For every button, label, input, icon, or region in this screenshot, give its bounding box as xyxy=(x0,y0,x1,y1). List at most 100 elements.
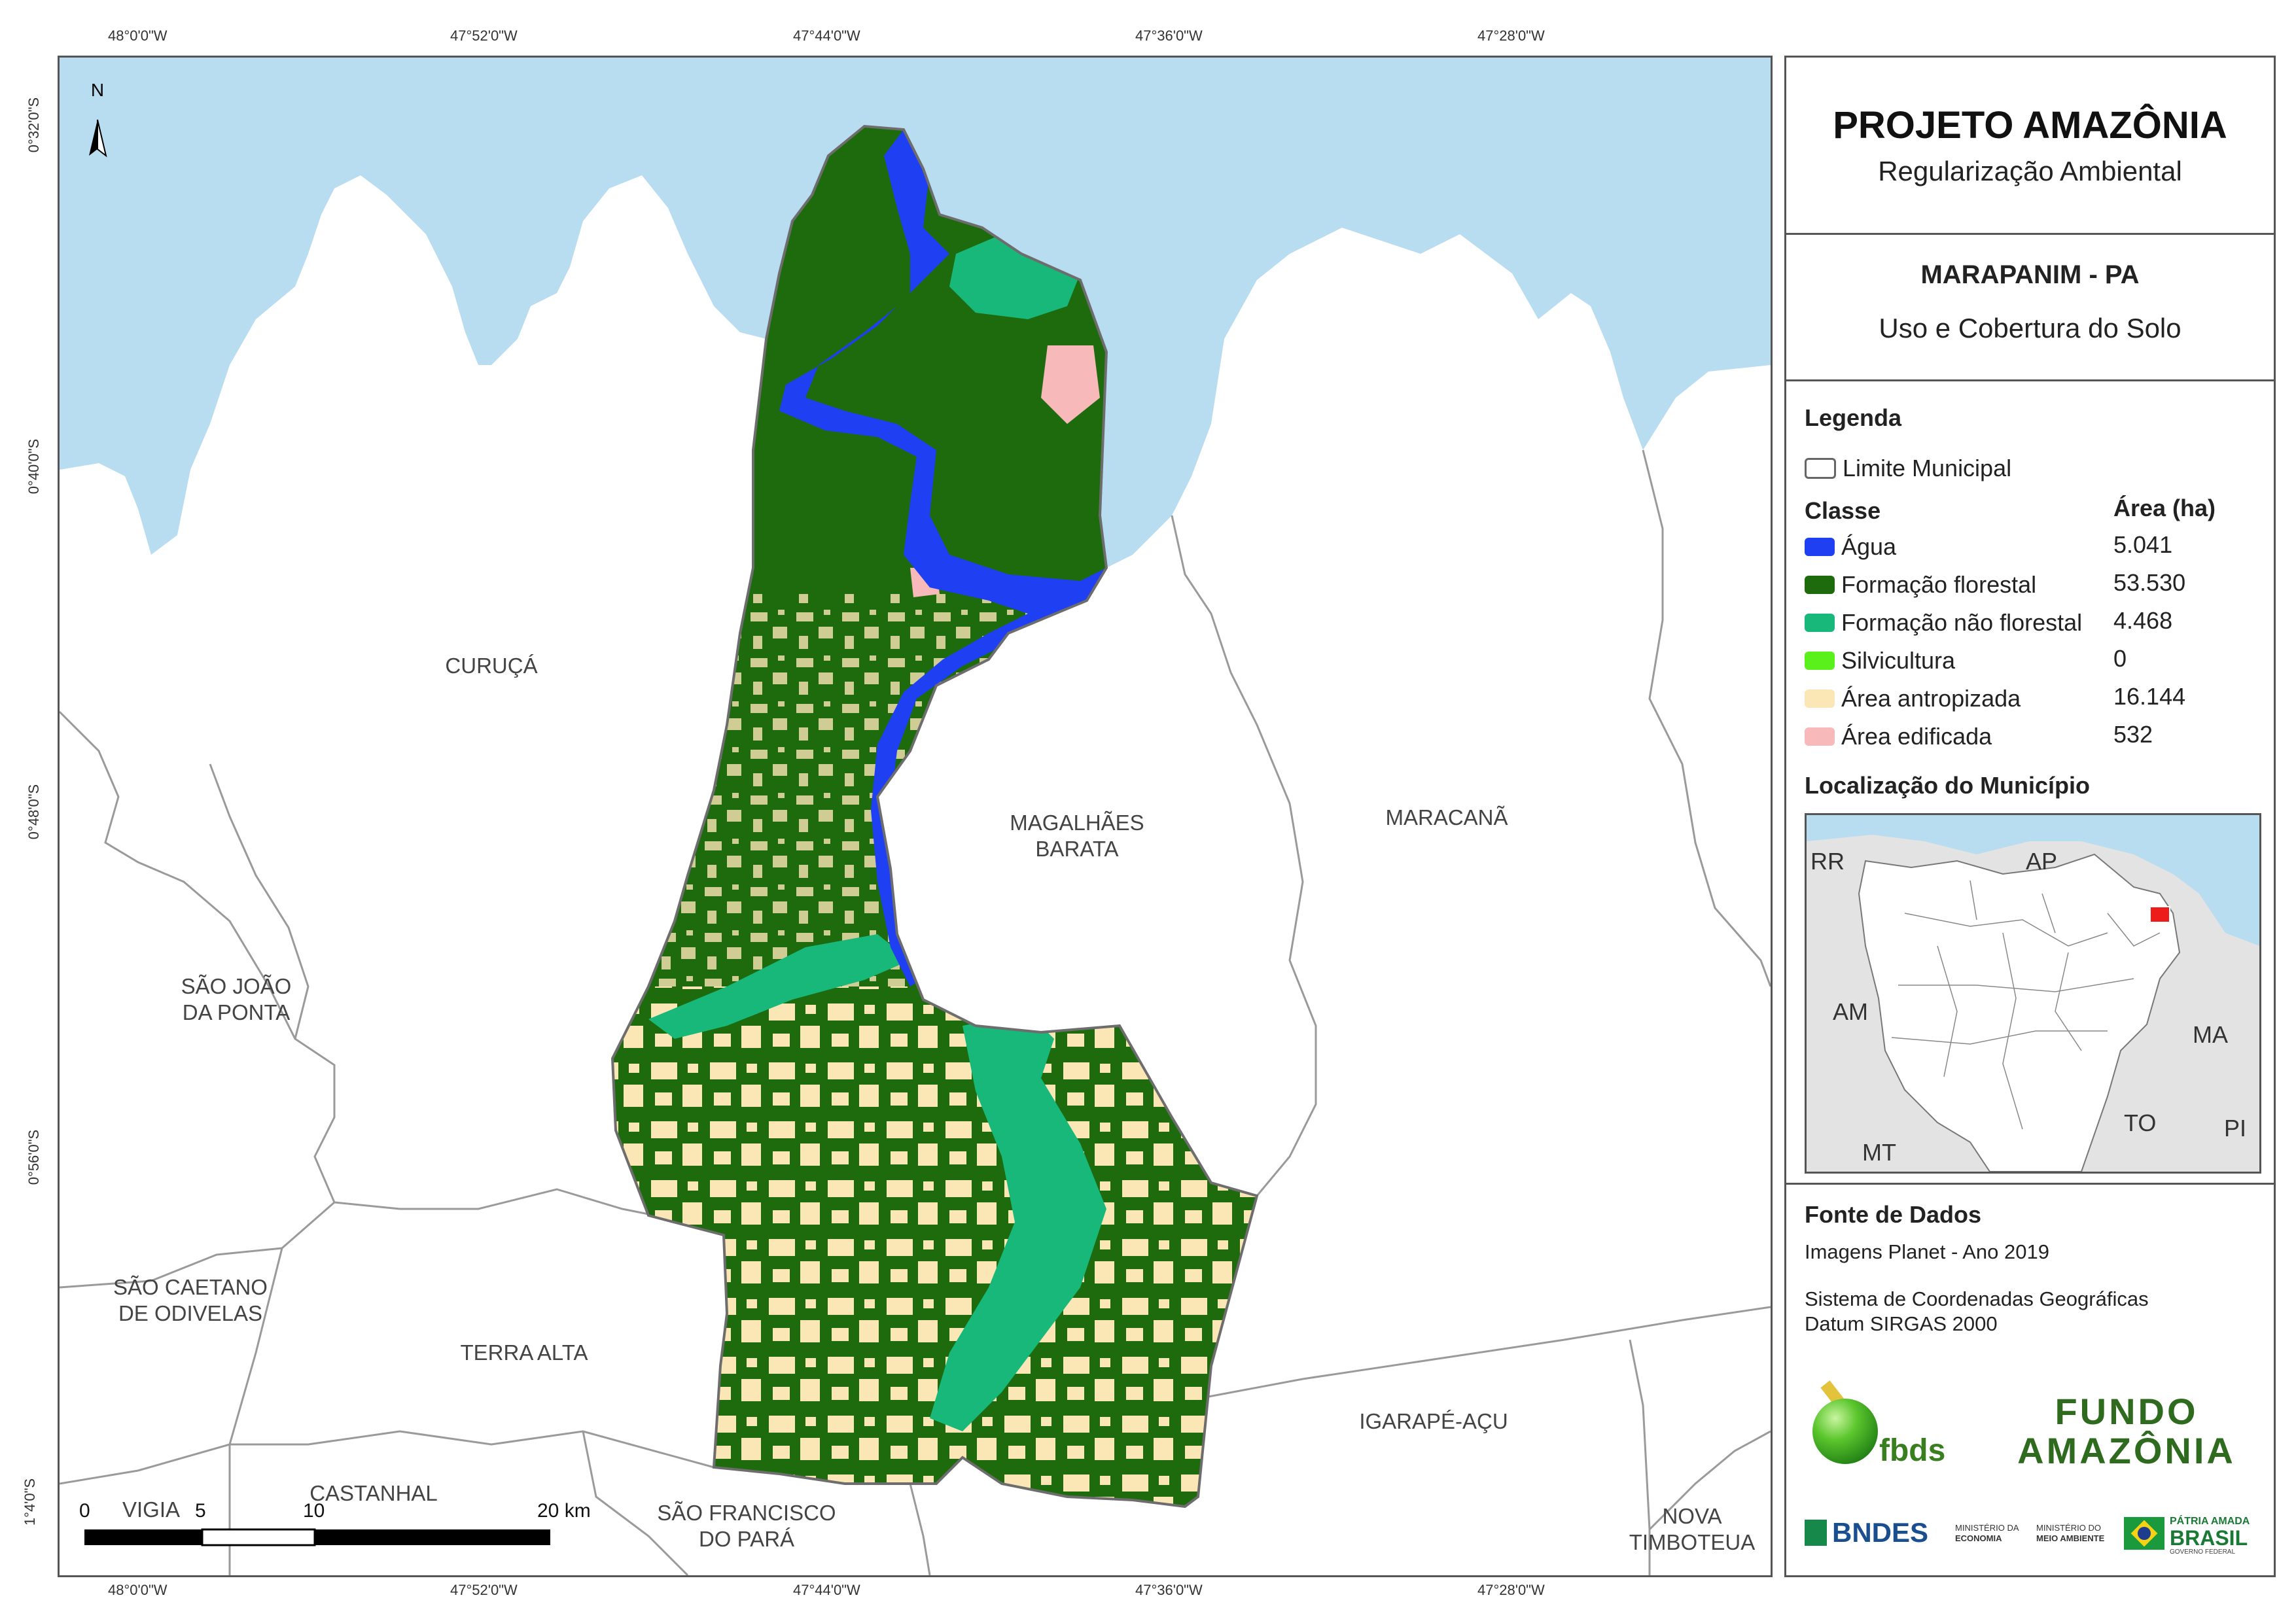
legend-row-formacao-nao-florestal: Formação não florestal xyxy=(1805,609,2083,636)
coord-top-1: 48°0'0"W xyxy=(108,27,168,44)
label-nova-line2: TIMBOTEUA xyxy=(1629,1530,1756,1554)
label-sao-joao-line1: SÃO JOÃO xyxy=(181,974,292,998)
coord-top-2: 47°52'0"W xyxy=(450,27,518,44)
label-formacao-florestal: Formação florestal xyxy=(1841,571,2037,598)
coord-bottom-2: 47°52'0"W xyxy=(450,1582,518,1598)
label-sao-joao-da-ponta: SÃO JOÃO DA PONTA xyxy=(164,973,308,1026)
scale-bar xyxy=(84,1528,550,1546)
label-area-antropizada: Área antropizada xyxy=(1841,685,2021,712)
fundo-logo-line2: AMAZÔNIA xyxy=(2017,1430,2236,1471)
project-subtitle: Regularização Ambiental xyxy=(1878,156,2182,186)
label-formacao-nao-florestal: Formação não florestal xyxy=(1841,609,2083,636)
scale-tick-20km: 20 km xyxy=(537,1500,591,1522)
project-title: PROJETO AMAZÔNIA xyxy=(1833,104,2227,147)
label-sao-francisco: SÃO FRANCISCO DO PARÁ xyxy=(648,1500,845,1552)
divider-1 xyxy=(1786,233,2274,235)
fundo-amazonia-logo: FUNDO AMAZÔNIA xyxy=(1989,1392,2264,1471)
municipality-title: MARAPANIM - PA xyxy=(1920,260,2140,289)
coord-bottom-4: 47°36'0"W xyxy=(1135,1582,1203,1598)
patria-line3: GOVERNO FEDERAL xyxy=(2170,1548,2236,1556)
bndes-logo-icon xyxy=(1805,1520,1827,1546)
scale-tick-0: 0 xyxy=(79,1500,90,1522)
label-nova-timboteua: NOVA TIMBOTEUA xyxy=(1617,1503,1767,1556)
label-magalhaes-line1: MAGALHÃES xyxy=(1010,811,1144,835)
coord-top-4: 47°36'0"W xyxy=(1135,27,1203,44)
label-sao-francisco-line2: DO PARÁ xyxy=(698,1527,795,1551)
label-sao-caetano-line1: SÃO CAETANO xyxy=(113,1275,268,1299)
fundo-logo-line1: FUNDO xyxy=(2055,1391,2199,1432)
label-area-edificada: Área edificada xyxy=(1841,723,1992,750)
legend-boundary: Limite Municipal xyxy=(1805,455,2011,481)
state-ma: MA xyxy=(2193,1021,2228,1048)
sources-heading: Fonte de Dados xyxy=(1805,1201,1982,1228)
location-heading: Localização do Município xyxy=(1805,772,2091,799)
swatch-area-edificada xyxy=(1805,727,1835,746)
bndes-logo-text: BNDES xyxy=(1832,1517,1929,1548)
boundary-label: Limite Municipal xyxy=(1843,455,2012,481)
coord-left-2: 0°40'0"S xyxy=(26,438,43,495)
fbds-logo-globe xyxy=(1812,1399,1878,1464)
fbds-logo-text: fbds xyxy=(1879,1433,1946,1468)
coord-left-5: 1°4'0"S xyxy=(22,1478,39,1526)
coord-left-4: 0°56'0"S xyxy=(26,1129,43,1185)
label-agua: Água xyxy=(1841,533,1897,560)
area-silvicultura: 0 xyxy=(2113,645,2127,672)
source-crs: Sistema de Coordenadas Geográficas xyxy=(1805,1287,2149,1310)
ministerio-meio-ambiente-logo: MINISTÉRIO DO MEIO AMBIENTE xyxy=(2036,1523,2121,1544)
swatch-agua xyxy=(1805,538,1835,556)
legend-row-agua: Água xyxy=(1805,533,1897,560)
brazil-flag-icon xyxy=(2124,1517,2164,1550)
bndes-logo: BNDES xyxy=(1805,1516,1949,1549)
area-area-antropizada: 16.144 xyxy=(2113,683,2186,710)
swatch-formacao-nao-florestal xyxy=(1805,614,1835,632)
state-to: TO xyxy=(2124,1109,2157,1136)
theme-title: Uso e Cobertura do Solo xyxy=(1879,313,2181,343)
legend-row-area-antropizada: Área antropizada xyxy=(1805,685,2021,712)
area-heading: Área (ha) xyxy=(2113,495,2216,521)
coord-bottom-3: 47°44'0"W xyxy=(793,1582,860,1598)
label-sao-francisco-line1: SÃO FRANCISCO xyxy=(657,1501,836,1525)
patria-line2: BRASIL xyxy=(2170,1526,2248,1550)
legend-row-formacao-florestal: Formação florestal xyxy=(1805,571,2037,598)
label-maracana: MARACANÃ xyxy=(1385,805,1508,829)
coord-top-3: 47°44'0"W xyxy=(793,27,860,44)
coord-top-5: 47°28'0"W xyxy=(1477,27,1545,44)
legend-row-silvicultura: Silvicultura xyxy=(1805,647,1956,674)
source-datum: Datum SIRGAS 2000 xyxy=(1805,1312,1998,1335)
legend-row-area-edificada: Área edificada xyxy=(1805,723,1992,750)
min-ambiente-line2: MEIO AMBIENTE xyxy=(2036,1533,2105,1543)
state-mt: MT xyxy=(1862,1139,1896,1166)
state-ap: AP xyxy=(2026,848,2058,875)
divider-3 xyxy=(1786,1183,2274,1185)
label-sao-joao-line2: DA PONTA xyxy=(182,1000,291,1024)
swatch-silvicultura xyxy=(1805,652,1835,670)
label-curuca: CURUÇÁ xyxy=(445,654,538,678)
label-silvicultura: Silvicultura xyxy=(1841,647,1956,674)
swatch-area-antropizada xyxy=(1805,689,1835,708)
source-imagery: Imagens Planet - Ano 2019 xyxy=(1805,1240,2049,1263)
state-rr: RR xyxy=(1810,848,1845,875)
label-sao-caetano: SÃO CAETANO DE ODIVELAS xyxy=(92,1274,289,1327)
info-panel: PROJETO AMAZÔNIA Regularização Ambiental… xyxy=(1784,56,2276,1577)
north-label: N xyxy=(90,80,105,100)
label-magalhaes-barata: MAGALHÃES BARATA xyxy=(1002,810,1152,862)
location-marker-icon xyxy=(2149,906,2170,923)
fbds-logo: fbds xyxy=(1806,1372,1963,1471)
area-formacao-nao-florestal: 4.468 xyxy=(2113,607,2173,634)
label-terra-alta: TERRA ALTA xyxy=(460,1340,588,1365)
scale-tick-5: 5 xyxy=(195,1500,206,1522)
map-frame[interactable]: N CURUÇÁ MAGALHÃES BARATA MARACANÃ SÃO J… xyxy=(58,56,1773,1577)
boundary-swatch xyxy=(1805,458,1836,479)
coord-left-1: 0°32'0"S xyxy=(26,97,43,153)
state-am: AM xyxy=(1833,998,1868,1025)
scale-tick-10: 10 xyxy=(303,1500,325,1522)
area-area-edificada: 532 xyxy=(2113,721,2153,748)
label-vigia: VIGIA xyxy=(122,1497,181,1522)
min-ambiente-line1: MINISTÉRIO DO xyxy=(2036,1523,2101,1533)
divider-2 xyxy=(1786,379,2274,381)
label-nova-line1: NOVA xyxy=(1662,1504,1722,1528)
inset-map[interactable]: RR AP AM MA TO PI MT xyxy=(1805,813,2261,1174)
area-formacao-florestal: 53.530 xyxy=(2113,569,2186,596)
coord-bottom-1: 48°0'0"W xyxy=(108,1582,168,1598)
area-agua: 5.041 xyxy=(2113,531,2173,558)
